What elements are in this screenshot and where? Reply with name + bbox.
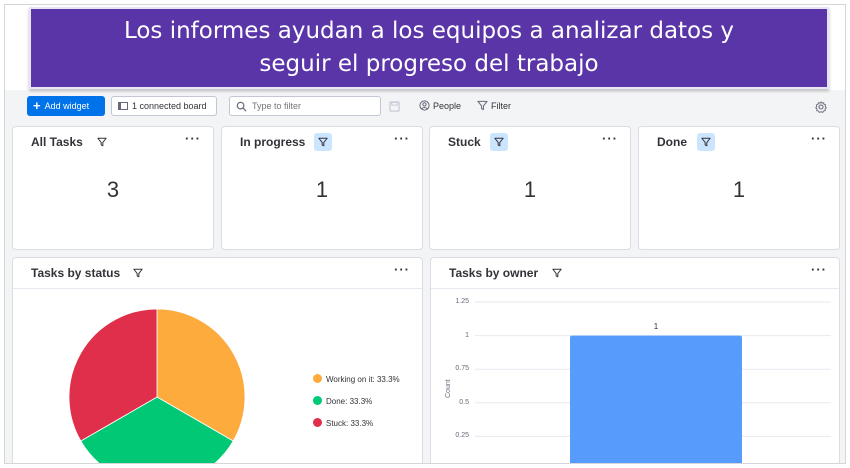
card-title: In progress (240, 135, 306, 149)
filter-icon (133, 268, 143, 278)
y-tick-label: 0.75 (455, 365, 469, 373)
owner-bar-chart: 1.25 1 0.75 0.5 0.25 1 Count (431, 258, 841, 464)
people-label: People (433, 101, 462, 111)
widget-title: Tasks by status (31, 266, 121, 280)
card-value: 1 (523, 177, 537, 202)
in-progress-card[interactable]: In progress ··· 1 (221, 126, 423, 250)
legend-label: Stuck: 33.3% (326, 419, 374, 428)
y-axis-label: Count (445, 379, 452, 398)
connected-board-button[interactable]: 1 connected board (111, 96, 217, 116)
caption-line-2: seguir el progreso del trabajo (259, 51, 599, 77)
person-icon (419, 100, 430, 111)
more-menu-button[interactable]: ··· (394, 132, 410, 146)
plus-icon: + (33, 98, 41, 113)
legend-swatch (313, 418, 322, 427)
pie-legend: Working on it: 33.3% Done: 33.3% Stuck: … (313, 374, 400, 440)
add-widget-label: Add widget (44, 101, 90, 111)
tasks-by-owner-widget: Tasks by owner ··· 1.25 1 0.75 0.5 0.25 1 Coun… (430, 257, 841, 464)
gear-icon[interactable] (815, 101, 827, 113)
bar[interactable] (570, 335, 742, 464)
tasks-by-status-widget: Tasks by status ··· Working on it: 33.3%… (12, 257, 423, 463)
dashboard-window: Los informes ayudan a los equipos a anal… (4, 4, 846, 464)
filter-icon (97, 137, 107, 147)
card-filter-button[interactable] (93, 133, 111, 151)
done-card[interactable]: Done ··· 1 (638, 126, 840, 250)
legend-item: Working on it: 33.3% (313, 374, 400, 396)
more-menu-button[interactable]: ··· (394, 263, 410, 277)
legend-item: Stuck: 33.3% (313, 418, 400, 440)
card-value: 1 (315, 177, 329, 202)
legend-label: Working on it: 33.3% (326, 375, 400, 384)
all-tasks-card[interactable]: All Tasks ··· 3 (12, 126, 214, 250)
card-title: All Tasks (31, 135, 83, 149)
card-value: 3 (106, 177, 120, 202)
card-value: 1 (732, 177, 746, 202)
filter-icon (701, 137, 711, 147)
filter-icon (477, 100, 488, 111)
save-icon[interactable] (389, 101, 400, 112)
y-tick-label: 1 (465, 331, 469, 339)
filter-icon (494, 137, 504, 147)
add-widget-button[interactable]: + Add widget (27, 96, 105, 116)
legend-swatch (313, 396, 322, 405)
card-title: Stuck (448, 135, 481, 149)
card-filter-button[interactable] (697, 133, 715, 151)
status-pie-chart (69, 308, 246, 463)
card-filter-button[interactable] (314, 133, 332, 151)
stuck-card[interactable]: Stuck ··· 1 (429, 126, 631, 250)
legend-item: Done: 33.3% (313, 396, 400, 418)
caption-line-1: Los informes ayudan a los equipos a anal… (123, 18, 735, 44)
y-tick-label: 0.25 (455, 432, 469, 440)
caption-banner: Los informes ayudan a los equipos a anal… (29, 7, 829, 89)
filter-button[interactable]: Filter (477, 96, 511, 116)
connected-board-label: 1 connected board (132, 101, 207, 111)
more-menu-button[interactable]: ··· (811, 132, 827, 146)
bar-data-label: 1 (653, 321, 659, 331)
dashboard-toolbar: +Add widget 1 connected board People Fil… (5, 91, 845, 121)
legend-label: Done: 33.3% (326, 397, 373, 406)
legend-swatch (313, 374, 322, 383)
more-menu-button[interactable]: ··· (602, 132, 618, 146)
search-icon (236, 101, 247, 112)
board-icon (118, 102, 128, 110)
y-tick-label: 0.5 (459, 398, 469, 406)
widget-divider (13, 288, 422, 289)
people-filter-button[interactable]: People (419, 96, 461, 116)
widget-filter-button[interactable] (129, 264, 147, 282)
more-menu-button[interactable]: ··· (185, 132, 201, 146)
card-filter-button[interactable] (490, 133, 508, 151)
filter-label: Filter (491, 101, 511, 111)
filter-input[interactable] (229, 96, 381, 116)
card-title: Done (657, 135, 687, 149)
filter-icon (318, 137, 328, 147)
y-tick-label: 1.25 (455, 298, 469, 305)
bar-plot-svg (475, 301, 831, 464)
